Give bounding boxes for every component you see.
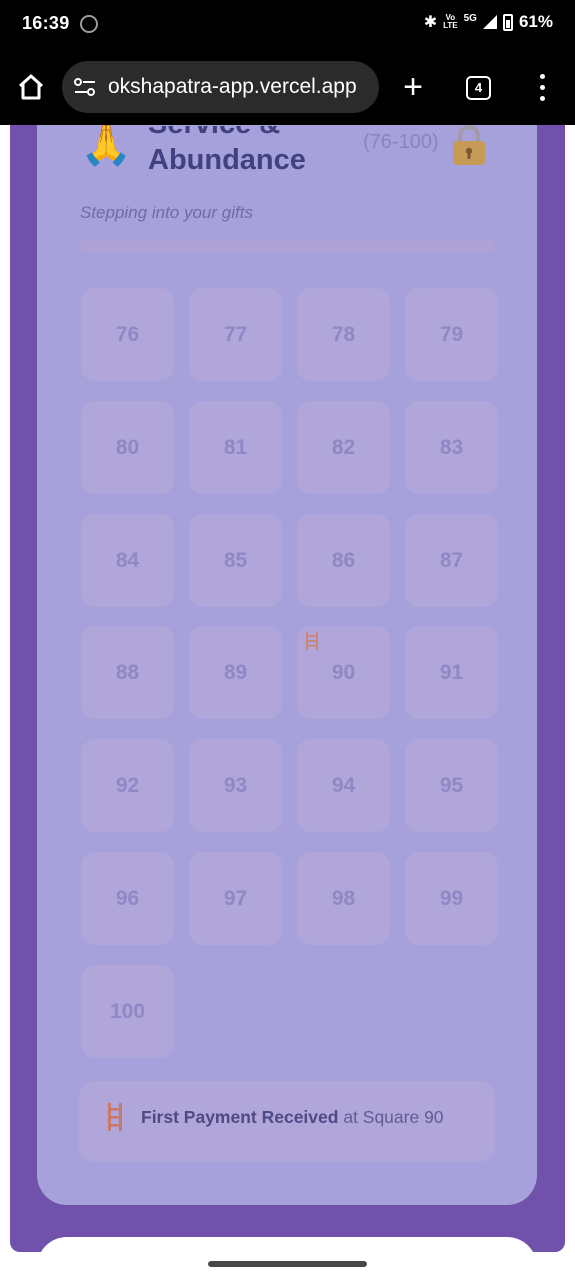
square-tile[interactable]: 96 [81, 852, 174, 945]
square-number: 76 [115, 322, 140, 346]
square-tile[interactable]: 95 [405, 739, 498, 832]
bluetooth-icon: ✱ [423, 14, 438, 31]
milestone-bold: First Payment Received [141, 1107, 339, 1127]
level-title-line-1-clip: Service & [148, 126, 348, 136]
square-tile[interactable]: 97 [189, 852, 282, 945]
gesture-bar[interactable] [208, 1261, 367, 1267]
volte-indicator: Vo LTE [443, 14, 458, 30]
overflow-menu-icon[interactable] [536, 74, 548, 102]
ladder-icon [306, 632, 318, 650]
square-tile[interactable]: 87 [405, 514, 498, 607]
square-number: 83 [439, 435, 464, 459]
ladder-icon [108, 1103, 122, 1131]
square-tile[interactable]: 92 [81, 739, 174, 832]
loading-spinner-icon [80, 15, 98, 33]
square-tile[interactable]: 88 [81, 626, 174, 719]
square-tile[interactable]: 93 [189, 739, 282, 832]
square-tile[interactable]: 79 [405, 288, 498, 381]
address-bar[interactable]: okshapatra-app.vercel.app [62, 61, 379, 113]
square-number: 96 [115, 886, 140, 910]
square-number: 95 [439, 773, 464, 797]
level-title-line-1: Service & [148, 126, 280, 136]
square-number: 94 [331, 773, 356, 797]
square-number: 98 [331, 886, 356, 910]
square-number: 97 [223, 886, 248, 910]
home-icon[interactable] [16, 72, 46, 102]
status-time: 16:39 [22, 13, 70, 33]
level-progress-bar [80, 240, 494, 252]
milestone-rest: at Square 90 [338, 1107, 444, 1127]
square-number: 82 [331, 435, 356, 459]
square-tile[interactable]: 86 [297, 514, 390, 607]
square-number: 81 [223, 435, 248, 459]
next-level-card [37, 1237, 537, 1280]
square-number: 92 [115, 773, 140, 797]
square-tile[interactable]: 78 [297, 288, 390, 381]
square-number: 93 [223, 773, 248, 797]
level-subtitle: Stepping into your gifts [80, 203, 253, 222]
browser-toolbar: okshapatra-app.vercel.app + 4 [0, 50, 575, 125]
square-number: 78 [331, 322, 356, 346]
square-number: 90 [331, 660, 356, 684]
level-title: Abundance [148, 144, 306, 176]
volte-bottom: LTE [443, 21, 458, 30]
new-tab-icon[interactable]: + [398, 70, 428, 104]
tab-switcher-button[interactable]: 4 [466, 76, 491, 100]
milestone-text: First Payment Received at Square 90 [141, 1107, 444, 1128]
square-tile[interactable]: 85 [189, 514, 282, 607]
square-tile[interactable]: 76 [81, 288, 174, 381]
square-tile[interactable]: 80 [81, 401, 174, 494]
square-number: 80 [115, 435, 140, 459]
square-tile[interactable]: 89 [189, 626, 282, 719]
battery-level: 61% [518, 12, 553, 31]
square-tile[interactable]: 100 [81, 965, 174, 1058]
square-number: 100 [109, 999, 146, 1023]
square-tile[interactable]: 98 [297, 852, 390, 945]
square-tile[interactable]: 83 [405, 401, 498, 494]
square-number: 79 [439, 322, 464, 346]
square-number: 99 [439, 886, 464, 910]
site-settings-icon[interactable] [74, 78, 96, 96]
square-number: 84 [115, 548, 140, 572]
square-tile[interactable]: 82 [297, 401, 390, 494]
square-number: 77 [223, 322, 248, 346]
square-tile[interactable]: 91 [405, 626, 498, 719]
network-type: 5G [463, 12, 477, 24]
square-tile[interactable]: 81 [189, 401, 282, 494]
status-bar: 16:39 ✱ Vo LTE 5G 61% [0, 0, 575, 50]
signal-icon [482, 15, 497, 29]
square-number: 86 [331, 548, 356, 572]
milestone-note: First Payment Received at Square 90 [79, 1081, 495, 1162]
square-tile[interactable]: 77 [189, 288, 282, 381]
status-icons: ✱ Vo LTE 5G 61% [424, 12, 553, 32]
square-tile[interactable]: 84 [81, 514, 174, 607]
square-tile[interactable]: 94 [297, 739, 390, 832]
square-number: 89 [223, 660, 248, 684]
square-number: 88 [115, 660, 140, 684]
level-range: (76-100) [363, 131, 439, 153]
square-tile[interactable]: 99 [405, 852, 498, 945]
praying-hands-icon: 🙏 [80, 120, 133, 167]
lock-icon [453, 125, 485, 165]
square-number: 91 [439, 660, 464, 684]
square-tile[interactable]: 90 [297, 626, 390, 719]
battery-icon [502, 13, 513, 31]
square-number: 87 [439, 548, 464, 572]
square-number: 85 [223, 548, 248, 572]
url-text: okshapatra-app.vercel.app [108, 75, 357, 98]
